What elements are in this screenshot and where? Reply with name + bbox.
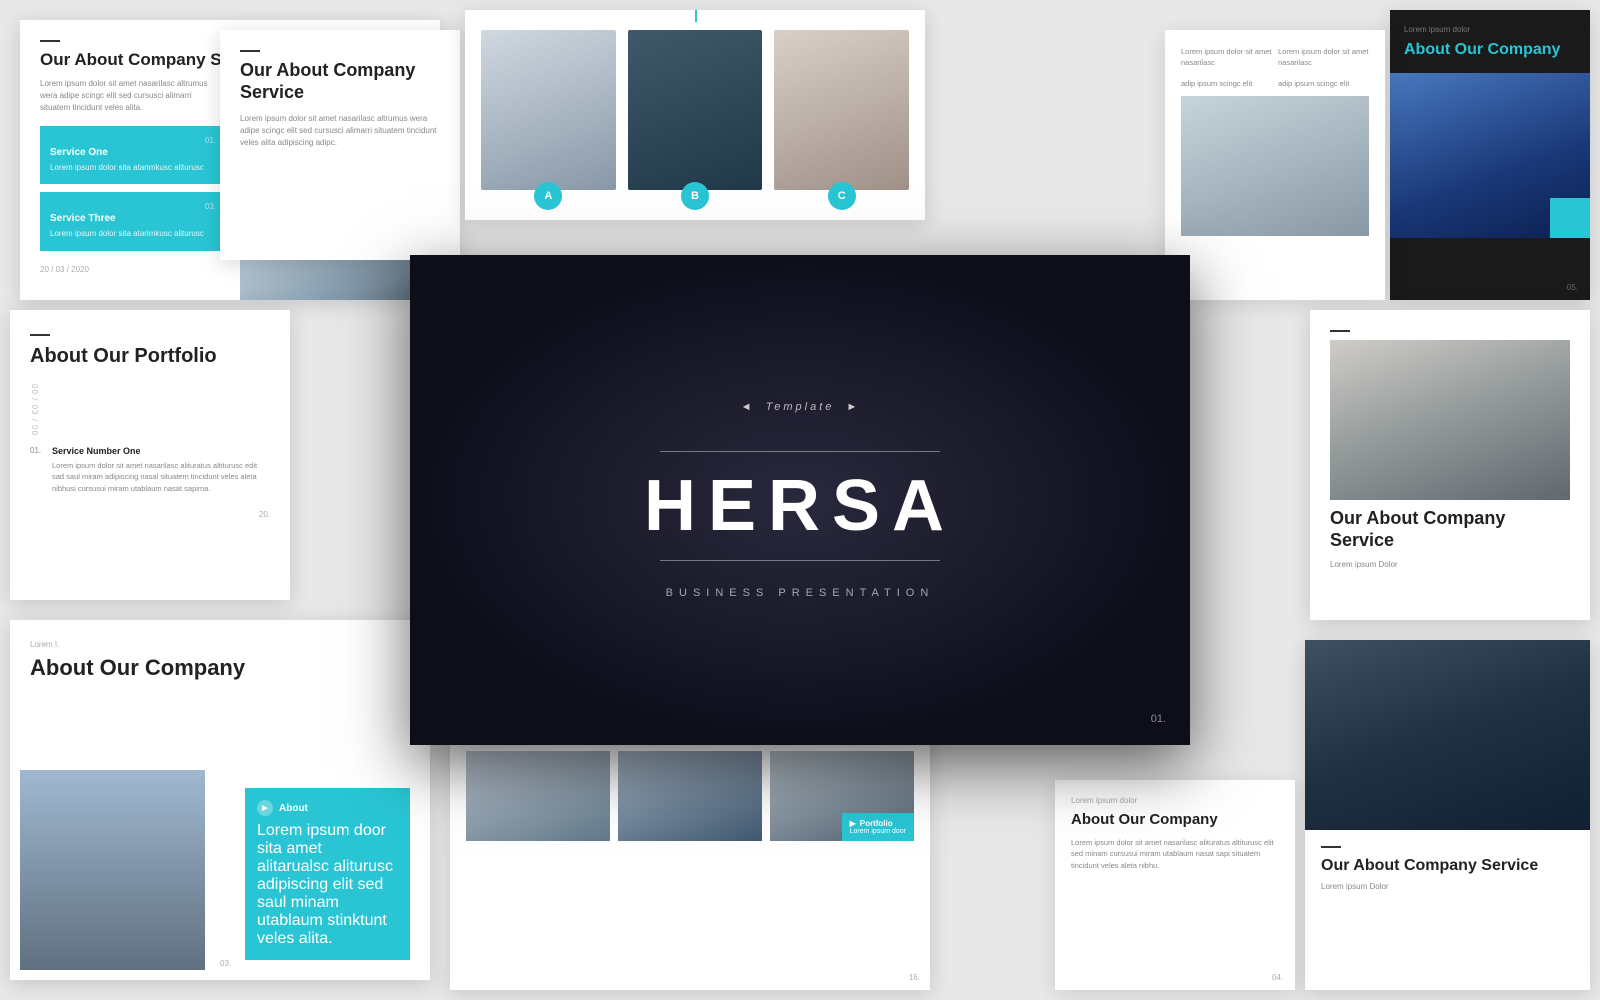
br-image <box>1305 640 1590 830</box>
top-divider <box>660 451 940 452</box>
br-dash <box>1321 846 1341 848</box>
service-desc-1: Lorem ipsum dolor sita atarimkusc alitur… <box>50 162 216 173</box>
bl-about-title: ▶ About <box>257 800 398 816</box>
main-title: HERSA <box>644 470 956 542</box>
portfolio-desc: Lorem ipsum door <box>850 828 906 835</box>
slide-tr-image <box>1390 73 1590 238</box>
photo-label-c: C <box>828 182 856 210</box>
rm-text-grid: Lorem ipsum dolor sit amet nasarilasc Lo… <box>1181 46 1369 69</box>
tm-dash <box>240 50 260 52</box>
photo-label-a: A <box>534 182 562 210</box>
play-icon: ▶ <box>257 800 273 816</box>
ml-dash <box>30 334 50 336</box>
portfolio-badge: ▶ Portfolio Lorem ipsum door <box>842 813 914 841</box>
photo-item-c: C <box>774 30 909 200</box>
main-subtitle: BUSINESS PRESENTATION <box>666 587 935 599</box>
rm-building-image <box>1181 96 1369 236</box>
extra-br-title: About Our Company <box>1071 811 1279 829</box>
slide-extra-br: Lorem ipsum dolor About Our Company Lore… <box>1055 780 1295 990</box>
nav-prev-icon[interactable]: ◄ <box>741 401 754 413</box>
title-dash <box>40 40 60 42</box>
extra-br-lorem: Lorem ipsum dolor <box>1071 796 1279 805</box>
slide-bottom-right: Our About Company Service Lorem ipsum Do… <box>1305 640 1590 990</box>
slide-middle-left: About Our Portfolio 00 / 03 / 00 01. Ser… <box>10 310 290 600</box>
center-slide-num: 01. <box>1151 713 1166 725</box>
photo-item-b: B <box>628 30 763 200</box>
rm-lorem-1: Lorem ipsum dolor sit amet nasarilasc <box>1181 46 1272 69</box>
slide-tr-num: 05. <box>1567 283 1578 292</box>
mr-building-image <box>1330 340 1570 500</box>
slide-bl-title: About Our Company <box>30 655 410 681</box>
bottom-divider <box>660 560 940 561</box>
tc-top-bar <box>695 10 697 22</box>
slide-middle-right: Our About Company Service Lorem ipsum Do… <box>1310 310 1590 620</box>
service-list-desc: Lorem ipsum dolor sit amet nasarilasc al… <box>52 460 270 494</box>
rm-lorem-2: Lorem ipsum dolor sit amet nasarilasc <box>1278 46 1369 69</box>
tr-corner-accent <box>1550 198 1590 238</box>
bc-photo-1 <box>466 751 610 841</box>
slide-right-middle: Lorem ipsum dolor sit amet nasarilasc Lo… <box>1165 30 1385 300</box>
photo-box-a <box>481 30 616 190</box>
extra-br-desc: Lorem ipsum dolor sit amet nasarilasc al… <box>1071 837 1279 871</box>
service-list-content: Service Number One Lorem ipsum dolor sit… <box>52 446 270 494</box>
center-slide[interactable]: ◄ Template ► HERSA BUSINESS PRESENTATION… <box>410 255 1190 745</box>
slide-ml-title: About Our Portfolio <box>30 344 270 368</box>
rm-col-2: Lorem ipsum dolor sit amet nasarilasc <box>1278 46 1369 69</box>
slide-tm-desc: Lorem ipsum dolor sit amet nasarilasc al… <box>240 113 440 149</box>
bl-building-image <box>20 770 205 970</box>
bl-about-box: ▶ About Lorem ipsum door sita amet alita… <box>245 788 410 960</box>
bc-photos: ▶ Portfolio Lorem ipsum door <box>466 751 914 841</box>
bc-photo-2 <box>618 751 762 841</box>
service-num-1: 01. <box>50 136 216 145</box>
service-num-3: 03. <box>50 202 216 211</box>
bc-slide-num: 16. <box>909 973 920 982</box>
slide-mr-desc: Lorem ipsum Dolor <box>1330 559 1570 571</box>
photo-box-b <box>628 30 763 190</box>
slide-tm-title: Our About Company Service <box>240 60 440 103</box>
slide-tr-lorem: Lorem ipsum dolor <box>1404 24 1576 36</box>
slide-br-title: Our About Company Service <box>1321 856 1574 875</box>
bl-slide-num: 03. <box>220 959 231 968</box>
extra-br-num: 04. <box>1272 973 1283 982</box>
bl-lorem-label: Lorem I. <box>30 640 410 649</box>
photo-label-b: B <box>681 182 709 210</box>
template-nav: ◄ Template ► <box>741 401 860 413</box>
photo-box-c <box>774 30 909 190</box>
bl-about-desc: Lorem ipsum door sita amet alitarualsc a… <box>257 822 398 948</box>
slide-tr-text-area: Lorem ipsum dolor About Our Company <box>1390 10 1590 73</box>
service-box-1: 01. Service One Lorem ipsum dolor sita a… <box>40 126 226 183</box>
service-title-1: Service One <box>50 147 216 158</box>
slide-top-right: Lorem ipsum dolor About Our Company 05. <box>1390 10 1590 300</box>
photo-item-a: A <box>481 30 616 200</box>
rm-text-3: adip ipsum scingc elit <box>1181 79 1272 88</box>
service-list-title: Service Number One <box>52 446 270 456</box>
ml-page-indicator: 00 / 03 / 00 <box>30 384 270 436</box>
service-title-3: Service Three <box>50 213 216 224</box>
bc-photo-3: ▶ Portfolio Lorem ipsum door <box>770 751 914 841</box>
ml-vert-num: 00 / 03 / 00 <box>30 384 39 436</box>
service-box-3: 03. Service Three Lorem ipsum dolor sita… <box>40 192 226 251</box>
service-list-item-1: 01. Service Number One Lorem ipsum dolor… <box>30 446 270 494</box>
slide-top-middle: Our About Company Service Lorem ipsum do… <box>220 30 460 260</box>
slide-br-desc: Lorem ipsum Dolor <box>1321 881 1574 893</box>
slide-bottom-left: Lorem I. About Our Company ▶ About Lorem… <box>10 620 430 980</box>
template-label: Template <box>766 401 835 413</box>
mr-dash <box>1330 330 1350 332</box>
service-desc-3: Lorem ipsum dolor sita atarimkusc alitur… <box>50 228 216 239</box>
slide-top-center: A B C <box>465 10 925 220</box>
slide-tl-desc: Lorem ipsum dolor sit amet nasarilasc al… <box>40 78 220 114</box>
slide-tr-title: About Our Company <box>1404 40 1576 59</box>
rm-text-row2: adip ipsum scingc elit adip ipsum scingc… <box>1181 79 1369 88</box>
service-list-num: 01. <box>30 446 46 494</box>
slide-mr-title: Our About Company Service <box>1330 508 1570 551</box>
nav-next-icon[interactable]: ► <box>846 401 859 413</box>
ml-page-num: 20. <box>30 510 270 519</box>
rm-col-1: Lorem ipsum dolor sit amet nasarilasc <box>1181 46 1272 69</box>
br-content: Our About Company Service Lorem ipsum Do… <box>1305 830 1590 909</box>
portfolio-title: ▶ Portfolio <box>850 819 906 828</box>
rm-text-4: adip ipsum scingc elit <box>1278 79 1369 88</box>
